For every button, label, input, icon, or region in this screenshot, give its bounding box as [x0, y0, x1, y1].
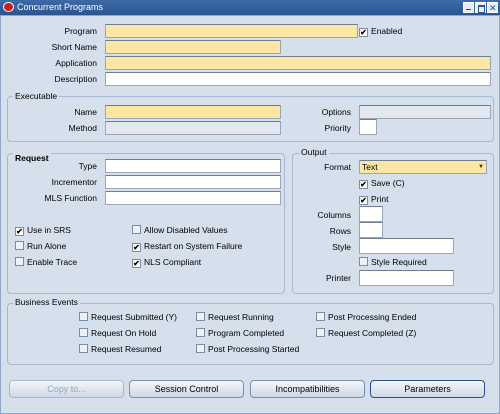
executable-name-field[interactable] — [105, 105, 281, 119]
format-select[interactable]: Text ▼ — [359, 160, 487, 174]
request-title: Request — [13, 153, 51, 163]
run-alone-checkbox[interactable]: Run Alone — [15, 241, 66, 252]
event-program-completed-checkbox[interactable]: Program Completed — [196, 328, 284, 339]
short-name-label: Short Name — [51, 42, 97, 52]
mls-function-label: MLS Function — [44, 193, 97, 203]
maximize-icon[interactable] — [475, 2, 486, 13]
rows-label: Rows — [329, 226, 351, 236]
minimize-icon[interactable] — [463, 2, 474, 13]
printer-field[interactable] — [359, 270, 454, 286]
columns-label: Columns — [317, 210, 351, 220]
parameters-button[interactable]: Parameters — [370, 380, 485, 398]
priority-field[interactable] — [359, 119, 377, 135]
application-label: Application — [55, 58, 97, 68]
enabled-check-icon: ✔ — [359, 28, 368, 37]
event-request-completed-checkbox[interactable]: Request Completed (Z) — [316, 328, 416, 339]
event-post-processing-ended-checkbox[interactable]: Post Processing Ended — [316, 312, 416, 323]
options-label: Options — [321, 107, 351, 117]
nls-compliant-checkbox[interactable]: ✔ NLS Compliant — [132, 257, 201, 268]
window-titlebar: Concurrent Programs — [0, 0, 500, 16]
enable-trace-checkbox[interactable]: Enable Trace — [15, 257, 77, 268]
close-icon[interactable] — [487, 1, 498, 16]
window-title: Concurrent Programs — [17, 2, 104, 12]
style-label: Style — [332, 242, 351, 252]
executable-title: Executable — [13, 91, 60, 101]
restart-check-icon: ✔ — [132, 243, 141, 252]
short-name-field[interactable] — [105, 40, 281, 54]
executable-group — [7, 96, 494, 142]
output-title: Output — [299, 147, 329, 157]
type-label: Type — [78, 161, 97, 171]
nls-check-icon: ✔ — [132, 259, 141, 268]
event-request-submitted-checkbox[interactable]: Request Submitted (Y) — [79, 312, 177, 323]
form-body: Program ✔ Enabled Short Name Application … — [0, 15, 500, 414]
use-in-srs-check-icon: ✔ — [15, 227, 24, 236]
rows-field[interactable] — [359, 222, 383, 238]
description-label: Description — [54, 74, 97, 84]
event-post-processing-started-checkbox[interactable]: Post Processing Started — [196, 344, 299, 355]
print-check-icon: ✔ — [359, 196, 368, 205]
method-field[interactable] — [105, 121, 281, 135]
session-control-button[interactable]: Session Control — [129, 380, 244, 398]
method-label: Method — [68, 123, 97, 133]
business-events-title: Business Events — [13, 297, 80, 307]
copy-to-button[interactable]: Copy to... — [9, 380, 124, 398]
restart-on-failure-checkbox[interactable]: ✔ Restart on System Failure — [132, 241, 242, 252]
style-required-checkbox[interactable]: Style Required — [359, 257, 427, 268]
columns-field[interactable] — [359, 206, 383, 222]
use-in-srs-checkbox[interactable]: ✔ Use in SRS — [15, 225, 71, 236]
event-request-running-checkbox[interactable]: Request Running — [196, 312, 274, 323]
format-label: Format — [324, 162, 351, 172]
application-field[interactable] — [105, 56, 491, 70]
program-label: Program — [64, 26, 97, 36]
type-field[interactable] — [105, 159, 281, 173]
print-checkbox[interactable]: ✔ Print — [359, 194, 388, 205]
save-checkbox[interactable]: ✔ Save (C) — [359, 178, 405, 189]
description-field[interactable] — [105, 72, 491, 86]
style-field[interactable] — [359, 238, 454, 254]
event-request-resumed-checkbox[interactable]: Request Resumed — [79, 344, 161, 355]
allow-disabled-values-checkbox[interactable]: Allow Disabled Values — [132, 225, 227, 236]
enabled-checkbox[interactable]: ✔ Enabled — [359, 26, 402, 37]
mls-function-field[interactable] — [105, 191, 281, 205]
options-field[interactable] — [359, 105, 491, 119]
chevron-down-icon[interactable]: ▼ — [476, 161, 486, 173]
program-field[interactable] — [105, 24, 358, 38]
priority-label: Priority — [324, 123, 351, 133]
save-check-icon: ✔ — [359, 180, 368, 189]
oracle-logo-icon — [3, 2, 14, 12]
event-request-on-hold-checkbox[interactable]: Request On Hold — [79, 328, 156, 339]
incrementor-label: Incrementor — [51, 177, 97, 187]
printer-label: Printer — [325, 273, 351, 283]
executable-name-label: Name — [74, 107, 97, 117]
incrementor-field[interactable] — [105, 175, 281, 189]
incompatibilities-button[interactable]: Incompatibilities — [250, 380, 365, 398]
